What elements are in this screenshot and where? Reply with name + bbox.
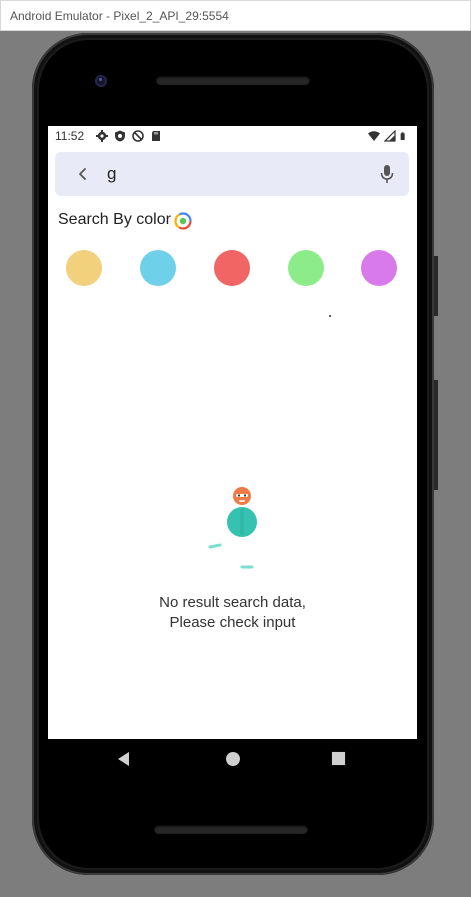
search-input[interactable] [107,161,357,187]
status-time: 11:52 [55,129,85,143]
front-camera [95,75,107,87]
wifi-icon [368,131,380,141]
stray-pixel [329,315,331,317]
color-swatch-yellow[interactable] [66,250,102,286]
signal-icon [384,130,396,142]
bottom-speaker [154,825,308,834]
no-disturb-icon [132,130,144,142]
color-palette-icon [174,212,192,230]
status-bar: 11:52 [48,126,417,147]
color-swatch-blue[interactable] [140,250,176,286]
status-notification-icons [96,130,162,142]
sd-card-icon [152,131,160,141]
nav-back-icon[interactable] [116,751,132,767]
android-nav-bar [48,739,417,781]
color-swatch-green[interactable] [288,250,324,286]
top-speaker [156,76,310,85]
status-system-icons [368,130,408,142]
search-bar [55,152,409,196]
nav-recents-icon[interactable] [331,751,346,766]
shield-icon [115,130,125,142]
chevron-left-icon[interactable] [73,164,93,184]
empty-message-line2: Please check input [169,614,296,631]
power-button[interactable] [434,380,438,490]
window-title: Android Emulator - Pixel_2_API_29:5554 [10,9,229,23]
phone-screen: 11:52 g Search By color No result search… [48,126,417,739]
mic-icon[interactable] [377,163,397,185]
emulator-title-bar: Android Emulator - Pixel_2_API_29:5554 [0,0,471,31]
empty-message-line1: No result search data, [159,594,306,611]
color-swatch-purple[interactable] [361,250,397,286]
person-illustration-icon [208,487,257,569]
battery-icon [400,132,405,140]
search-by-color-title: Search By color [58,211,171,228]
nav-home-icon[interactable] [225,751,241,767]
color-swatch-red[interactable] [214,250,250,286]
gear-icon [96,130,108,142]
volume-up-button[interactable] [434,256,438,316]
